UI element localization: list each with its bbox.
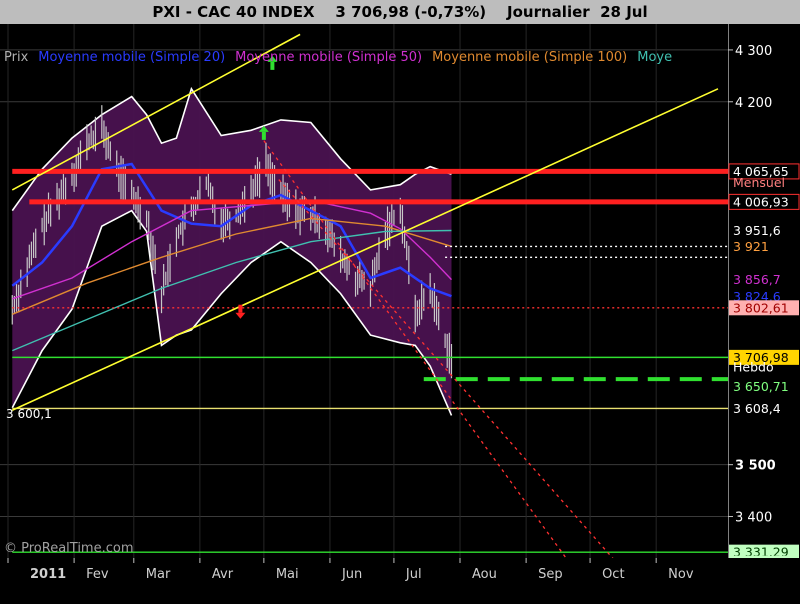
x-tick-label: Mar [146, 567, 171, 582]
y-tick-label: 3 500 [735, 459, 776, 474]
x-tick-label: Mai [276, 567, 299, 582]
price-label: 3 802,61 [733, 300, 789, 315]
price-axis[interactable]: 4 300 4 200 3 500 3 400 4 065,65 Mensuel 4 006… [728, 24, 800, 571]
date-axis[interactable]: 2011 Fev Mar Avr Mai Jun Jul Aou Sep Oct Nov [0, 558, 800, 600]
price-label: 3 608,4 [733, 401, 781, 416]
legend-item: Moyenne mobile (Simple 20) [38, 50, 226, 65]
legend: Prix Moyenne mobile (Simple 20) Moyenne mo… [4, 50, 682, 65]
y-tick-label: 4 200 [735, 96, 772, 111]
chart-title: PXI - CAC 40 INDEX 3 706,98 (-0,73%) Jou… [152, 3, 648, 21]
chart-window: PXI - CAC 40 INDEX 3 706,98 (-0,73%) Jou… [0, 0, 800, 600]
legend-item: Moyenne mobile (Simple 50) [235, 50, 423, 65]
x-tick-label: Avr [212, 567, 234, 582]
y-tick-label: 4 300 [735, 44, 772, 59]
price-label: 3 650,71 [733, 379, 789, 394]
legend-item: Prix [4, 50, 29, 65]
price-axis-labels: 4 3004 2003 5003 4004 065,65Mensuel4 006… [728, 24, 800, 571]
price-chart: 3 600,1 © ProRealTime.com [0, 24, 728, 558]
watermark: © ProRealTime.com [4, 541, 134, 556]
x-tick-label: Jul [405, 567, 422, 582]
x-tick-label: Aou [472, 567, 497, 582]
price-label: 3 856,7 [733, 272, 781, 287]
min-price-label: 3 600,1 [6, 407, 52, 421]
legend-item: Moyenne mobile (Simple 100) [432, 50, 628, 65]
price-label: 3 951,6 [733, 223, 781, 238]
date-axis-labels: 2011 Fev Mar Avr Mai Jun Jul Aou Sep Oct Nov [7, 558, 694, 582]
price-label: 4 006,93 [733, 194, 789, 209]
x-tick-label: 2011 [30, 567, 66, 582]
x-tick-label: Sep [538, 567, 563, 582]
price-label: Hebdo [733, 360, 774, 375]
bollinger-band-fill [12, 88, 452, 416]
x-tick-label: Jun [341, 567, 362, 582]
price-label: Mensuel [733, 175, 785, 190]
price-label: 3 921 [733, 239, 769, 254]
x-tick-label: Oct [602, 567, 624, 582]
down-arrow-icon [235, 304, 246, 319]
legend-item: Moye [637, 50, 673, 65]
plot-area[interactable]: 3 600,1 © ProRealTime.com Prix Moyenne mob… [0, 24, 728, 558]
y-tick-label: 3 400 [735, 511, 772, 526]
x-tick-label: Nov [668, 567, 694, 582]
x-tick-label: Fev [86, 567, 109, 582]
